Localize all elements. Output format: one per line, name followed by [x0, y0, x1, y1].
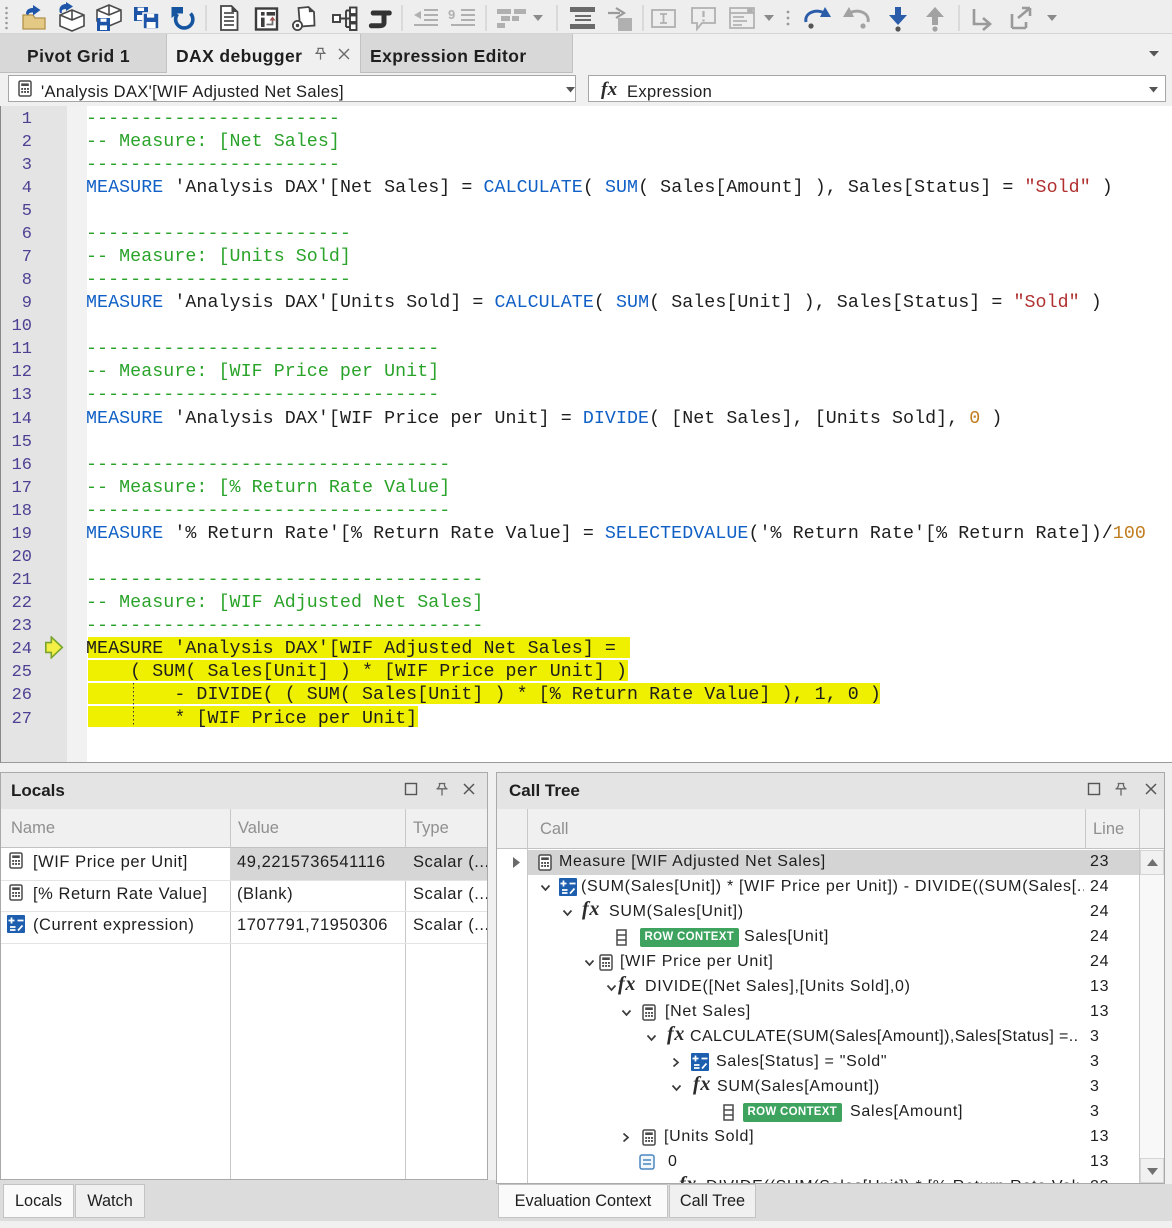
svg-text:9: 9: [448, 7, 455, 22]
